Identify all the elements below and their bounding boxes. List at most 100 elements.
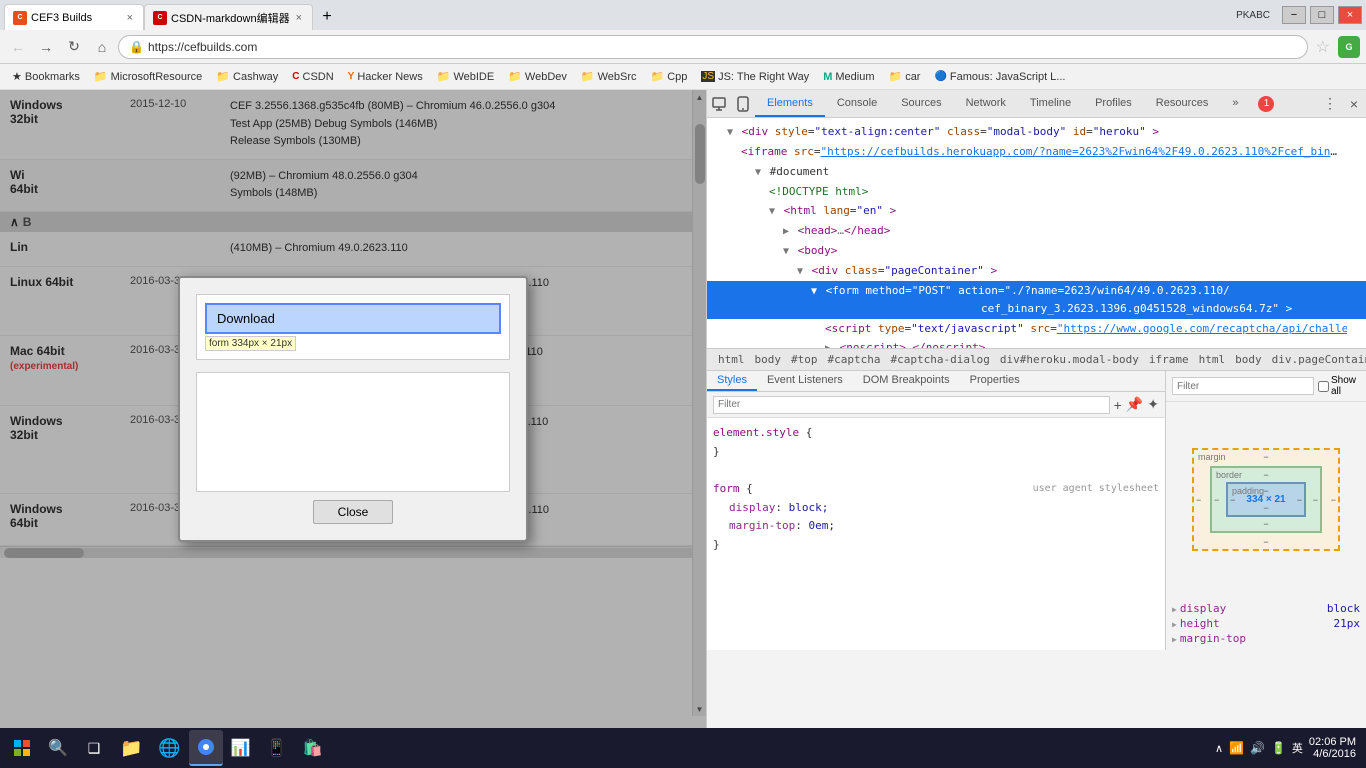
bookmark-csdn[interactable]: C CSDN xyxy=(286,69,339,85)
bc-html[interactable]: html xyxy=(713,352,750,367)
battery-icon[interactable]: 🔋 xyxy=(1271,741,1286,755)
computed-filter-input[interactable] xyxy=(1172,377,1314,395)
border-left-val[interactable]: − xyxy=(1214,495,1219,505)
bookmark-famous[interactable]: 🔵 Famous: JavaScript L... xyxy=(928,69,1071,85)
back-button[interactable]: ← xyxy=(6,35,30,59)
volume-icon[interactable]: 🔊 xyxy=(1250,741,1265,755)
devtools-tab-console[interactable]: Console xyxy=(825,91,889,117)
border-top-val[interactable]: − xyxy=(1263,470,1268,480)
bc-captcha[interactable]: #captcha xyxy=(823,352,886,367)
padding-bottom-val[interactable]: − xyxy=(1263,503,1268,513)
bookmark-star[interactable]: ☆ xyxy=(1316,37,1330,57)
bc-pagecontainer[interactable]: div.pageContainer xyxy=(1267,352,1366,367)
maximize-button[interactable]: □ xyxy=(1310,6,1334,24)
close-window-button[interactable]: × xyxy=(1338,6,1362,24)
devtools-tab-resources[interactable]: Resources xyxy=(1144,91,1221,117)
pin-icon[interactable]: 📌 xyxy=(1126,396,1143,413)
bookmark-cpp[interactable]: 📁 Cpp xyxy=(645,68,694,85)
margin-left-val[interactable]: − xyxy=(1196,495,1201,505)
styles-tab-event-listeners[interactable]: Event Listeners xyxy=(757,371,853,391)
devtools-tab-elements[interactable]: Elements xyxy=(755,91,825,117)
taskbar-browser[interactable]: 🌐 xyxy=(150,730,188,766)
add-style-rule-icon[interactable]: + xyxy=(1114,397,1122,413)
tree-line[interactable]: ▼ <html lang="en" > xyxy=(707,201,1366,221)
devtools-close-icon[interactable]: × xyxy=(1342,92,1366,116)
devtools-settings-icon[interactable]: ⋮ xyxy=(1318,92,1342,116)
new-tab-btn[interactable]: + xyxy=(313,4,341,30)
download-button[interactable]: Download xyxy=(205,303,501,334)
tree-line[interactable]: <script type="text/javascript" src="http… xyxy=(707,319,1347,339)
forward-button[interactable]: → xyxy=(34,35,58,59)
extension-icon[interactable]: G xyxy=(1338,36,1360,58)
tray-up-arrow[interactable]: ∧ xyxy=(1215,742,1223,755)
computed-prop-height[interactable]: height xyxy=(1172,617,1220,630)
bc-html2[interactable]: html xyxy=(1194,352,1231,367)
address-bar[interactable]: 🔒 https://cefbuilds.com xyxy=(118,35,1308,59)
show-all-label[interactable]: Show all xyxy=(1318,375,1360,397)
home-button[interactable]: ⌂ xyxy=(90,35,114,59)
bookmark-bookmarks[interactable]: ★ Bookmarks xyxy=(6,68,86,85)
bc-captcha-dialog[interactable]: #captcha-dialog xyxy=(885,352,994,367)
tab-csdn[interactable]: C CSDN-markdown编辑器 × xyxy=(144,4,313,30)
tab-close-csdn[interactable]: × xyxy=(294,12,304,24)
bc-body2[interactable]: body xyxy=(1230,352,1267,367)
tree-line[interactable]: ▼ #document xyxy=(707,162,1366,182)
tree-line[interactable]: <iframe src="https://cefbuilds.herokuapp… xyxy=(707,142,1347,162)
tab-close-cef3[interactable]: × xyxy=(125,12,135,24)
tree-line[interactable]: ▼ <div style="text-align:center" class="… xyxy=(707,122,1366,142)
more-icon[interactable]: ✦ xyxy=(1147,396,1159,413)
tree-line-selected[interactable]: ▼ <form method="POST" action="./?name=26… xyxy=(707,281,1366,319)
bookmark-webide[interactable]: 📁 WebIDE xyxy=(431,68,500,85)
devtools-tab-timeline[interactable]: Timeline xyxy=(1018,91,1083,117)
padding-left-val[interactable]: − xyxy=(1230,495,1235,505)
taskbar-android[interactable]: 📱 xyxy=(259,730,295,766)
styles-tab-dom-breakpoints[interactable]: DOM Breakpoints xyxy=(853,371,960,391)
taskbar-store[interactable]: 🛍️ xyxy=(295,730,331,766)
computed-prop-display[interactable]: display xyxy=(1172,602,1226,615)
bc-heroku[interactable]: div#heroku.modal-body xyxy=(995,352,1144,367)
border-right-val[interactable]: − xyxy=(1313,495,1318,505)
tree-line[interactable]: <!DOCTYPE html> xyxy=(707,182,1366,202)
refresh-button[interactable]: ↻ xyxy=(62,35,86,59)
devtools-mobile-icon[interactable] xyxy=(731,92,755,116)
styles-tab-properties[interactable]: Properties xyxy=(960,371,1030,391)
bookmark-cashway[interactable]: 📁 Cashway xyxy=(210,68,284,85)
padding-right-val[interactable]: − xyxy=(1297,495,1302,505)
system-clock[interactable]: 02:06 PM 4/6/2016 xyxy=(1309,736,1356,760)
tab-cef3builds[interactable]: C CEF3 Builds × xyxy=(4,4,144,30)
task-view-button[interactable]: ❑ xyxy=(76,730,112,766)
bookmark-jsrightway[interactable]: JS JS: The Right Way xyxy=(695,69,815,85)
bookmark-websrc[interactable]: 📁 WebSrc xyxy=(575,68,643,85)
bookmark-webdev[interactable]: 📁 WebDev xyxy=(502,68,573,85)
lang-indicator[interactable]: 英 xyxy=(1292,740,1303,756)
padding-top-val[interactable]: − xyxy=(1263,486,1268,496)
styles-tab-styles[interactable]: Styles xyxy=(707,371,757,391)
tree-line[interactable]: ▼ <body> xyxy=(707,241,1366,261)
bookmark-medium[interactable]: M Medium xyxy=(817,69,880,85)
margin-bottom-val[interactable]: − xyxy=(1263,537,1268,547)
minimize-button[interactable]: − xyxy=(1282,6,1306,24)
tree-line[interactable]: ▶ <noscript>…</noscript> xyxy=(707,338,1366,348)
margin-top-val[interactable]: − xyxy=(1263,452,1268,462)
devtools-tab-sources[interactable]: Sources xyxy=(889,91,953,117)
network-icon[interactable]: 📶 xyxy=(1229,741,1244,755)
bookmark-car[interactable]: 📁 car xyxy=(882,68,926,85)
margin-right-val[interactable]: − xyxy=(1331,495,1336,505)
bookmark-microsoft[interactable]: 📁 MicrosoftResource xyxy=(88,68,208,85)
show-all-checkbox[interactable] xyxy=(1318,381,1329,392)
taskbar-file-explorer[interactable]: 📁 xyxy=(112,730,150,766)
devtools-tab-profiles[interactable]: Profiles xyxy=(1083,91,1144,117)
styles-filter-input[interactable] xyxy=(713,396,1110,414)
devtools-inspect-icon[interactable] xyxy=(707,92,731,116)
error-badge[interactable]: 1 xyxy=(1254,92,1278,116)
taskbar-vs[interactable]: 📊 xyxy=(223,730,259,766)
border-bottom-val[interactable]: − xyxy=(1263,519,1268,529)
start-button[interactable] xyxy=(4,730,40,766)
devtools-tab-more[interactable]: » xyxy=(1220,91,1250,117)
bc-body[interactable]: body xyxy=(750,352,787,367)
bookmark-hackernews[interactable]: Y Hacker News xyxy=(342,69,429,85)
tree-line[interactable]: ▶ <head>…</head> xyxy=(707,221,1366,241)
search-button[interactable]: 🔍 xyxy=(40,730,76,766)
bc-top[interactable]: #top xyxy=(786,352,823,367)
close-modal-button[interactable]: Close xyxy=(313,500,394,524)
